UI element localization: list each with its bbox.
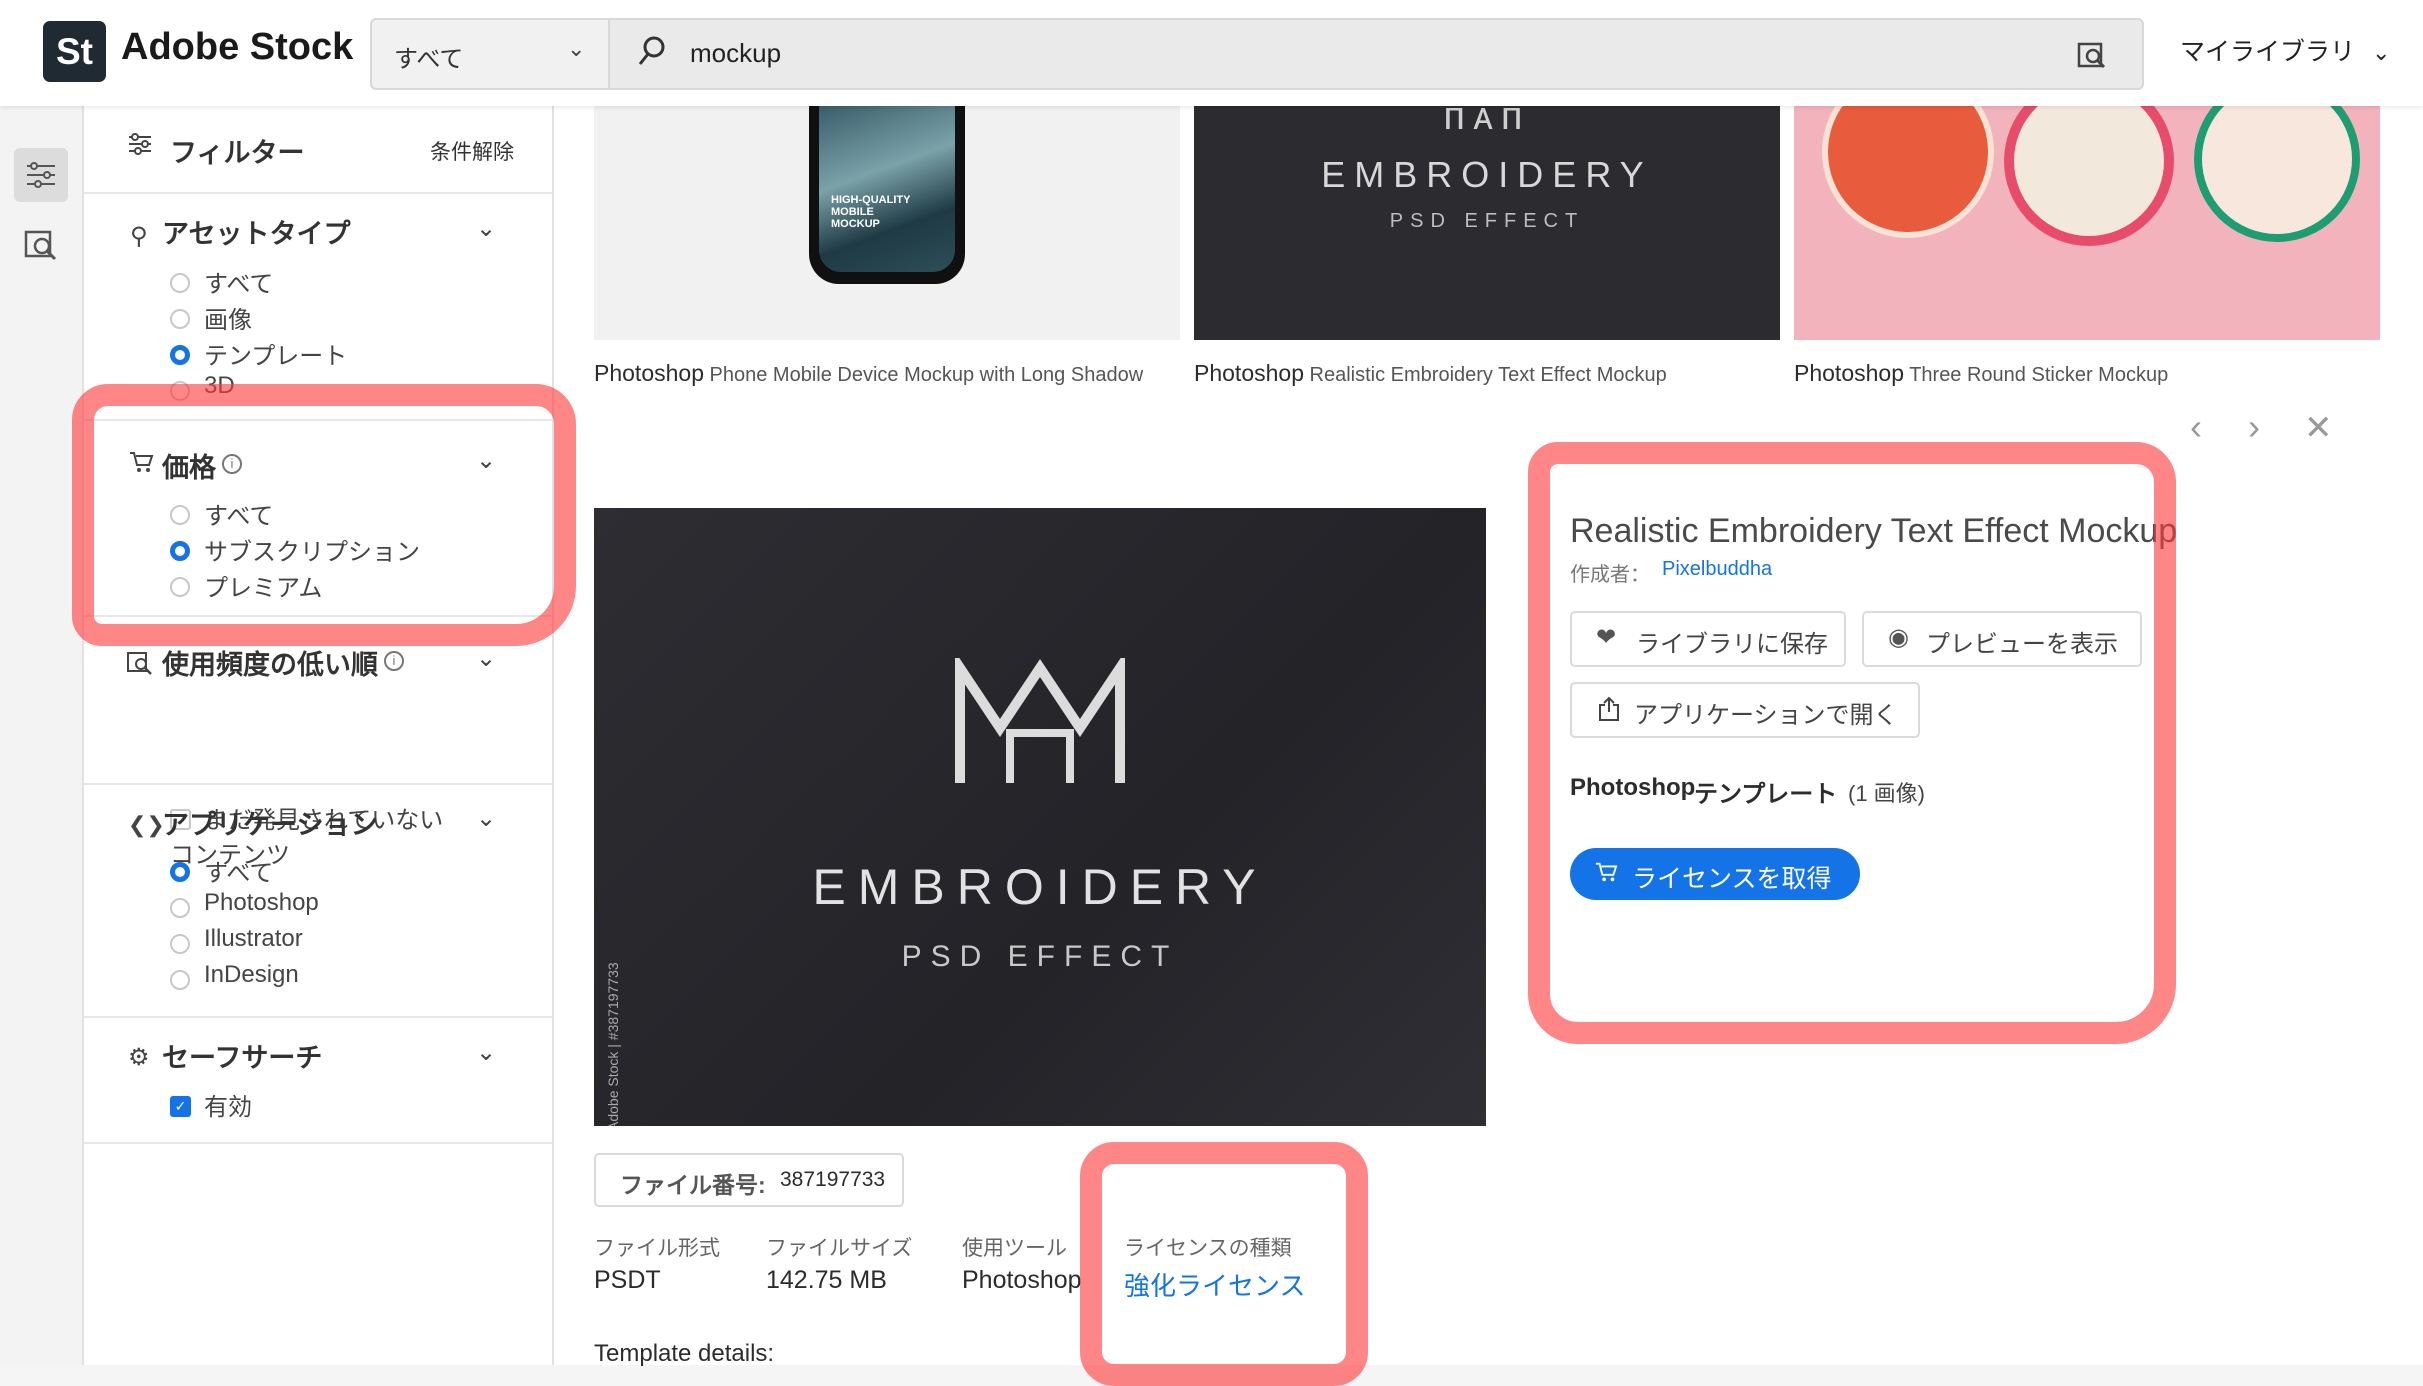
meta-value: Photoshop bbox=[962, 1266, 1082, 1294]
filter-sliders-icon bbox=[126, 130, 154, 163]
meta-label: 使用ツール bbox=[962, 1237, 1067, 1260]
sticker-2 bbox=[2004, 106, 2174, 246]
preview-line1: EMBROIDERY bbox=[812, 859, 1268, 915]
radio-asset-template[interactable] bbox=[170, 345, 190, 365]
filter-title: フィルター bbox=[170, 138, 305, 168]
previous-icon[interactable]: ‹ bbox=[2190, 406, 2202, 448]
result-app: Photoshop bbox=[1194, 360, 1304, 386]
clear-filters-link[interactable]: 条件解除 bbox=[430, 136, 514, 166]
left-rail bbox=[0, 106, 84, 1365]
radio-app-illustrator[interactable] bbox=[170, 934, 190, 954]
embroidery-monogram bbox=[955, 658, 1125, 783]
template-details-heading: Template details: bbox=[594, 1340, 775, 1367]
my-library-menu[interactable]: マイライブラリ ⌄ bbox=[2180, 32, 2390, 68]
app-option-label: Photoshop bbox=[204, 889, 319, 916]
file-number-box[interactable]: ファイル番号: 387197733 bbox=[594, 1153, 904, 1207]
meta-label: ファイルサイズ bbox=[766, 1237, 913, 1260]
divider bbox=[84, 192, 552, 194]
asset-option-label: 画像 bbox=[204, 307, 252, 334]
search-bar: すべて ⌄ mockup bbox=[370, 18, 2144, 90]
chevron-down-icon[interactable]: ⌄ bbox=[476, 644, 496, 673]
divider bbox=[84, 1016, 552, 1018]
safe-search-title[interactable]: セーフサーチ bbox=[162, 1036, 322, 1075]
search-scope-dropdown[interactable]: すべて ⌄ bbox=[372, 20, 610, 88]
result-title: Phone Mobile Device Mockup with Long Sha… bbox=[709, 364, 1144, 386]
search-icon: ⚲ bbox=[130, 223, 148, 250]
safe-search-option-label: 有効 bbox=[204, 1094, 252, 1121]
result-caption[interactable]: Photoshop Realistic Embroidery Text Effe… bbox=[1194, 360, 1667, 387]
embroidery-line2: PSD EFFECT bbox=[1389, 210, 1585, 232]
next-icon[interactable]: › bbox=[2248, 406, 2260, 448]
divider bbox=[84, 783, 552, 785]
chevron-down-icon[interactable]: ⌄ bbox=[476, 1038, 496, 1067]
info-icon[interactable]: i bbox=[384, 651, 404, 671]
filter-icon bbox=[27, 162, 55, 188]
safe-search-checkbox[interactable]: ✓ bbox=[170, 1096, 191, 1117]
embroidery-logo-fragment: ᴨᴀᴨ bbox=[1443, 106, 1531, 138]
asset-option-label: すべて bbox=[204, 271, 274, 298]
phone-mockup: HIGH-QUALITY MOBILE MOCKUP bbox=[809, 106, 965, 284]
radio-asset-all[interactable] bbox=[170, 273, 190, 293]
phone-screen-text: HIGH-QUALITY MOBILE MOCKUP bbox=[831, 194, 911, 230]
result-app: Photoshop bbox=[1794, 360, 1904, 386]
detail-panel-highlight bbox=[1528, 442, 2176, 1044]
divider bbox=[84, 1142, 552, 1144]
result-thumbnail-stickers[interactable] bbox=[1794, 106, 2380, 340]
result-title: Three Round Sticker Mockup bbox=[1909, 364, 2169, 386]
file-number-label: ファイル番号: bbox=[620, 1172, 766, 1198]
chevron-down-icon[interactable]: ⌄ bbox=[476, 214, 496, 243]
phone-screen: HIGH-QUALITY MOBILE MOCKUP bbox=[819, 106, 955, 272]
app-option-label: Illustrator bbox=[204, 925, 303, 952]
meta-label: ファイル形式 bbox=[594, 1237, 720, 1260]
embroidery-line1: EMBROIDERY bbox=[1321, 154, 1653, 195]
scope-label: すべて bbox=[394, 46, 464, 73]
asset-option-label: テンプレート bbox=[204, 343, 348, 370]
chevron-down-icon[interactable]: ⌄ bbox=[476, 804, 496, 833]
sticker-1 bbox=[1822, 106, 1994, 238]
meta-value: PSDT bbox=[594, 1266, 661, 1294]
undiscovered-title[interactable]: 使用頻度の低い順 bbox=[162, 643, 378, 682]
result-thumbnail-embroidery[interactable]: ᴨᴀᴨ EMBROIDERY PSD EFFECT bbox=[1194, 106, 1780, 340]
filter-toggle-button[interactable] bbox=[14, 148, 68, 202]
radio-app-indesign[interactable] bbox=[170, 970, 190, 990]
application-icon: ❮❯ bbox=[128, 812, 165, 837]
visual-search-icon[interactable] bbox=[2076, 38, 2108, 75]
file-number-value: 387197733 bbox=[780, 1168, 886, 1191]
radio-asset-image[interactable] bbox=[170, 309, 190, 329]
result-app: Photoshop bbox=[594, 360, 704, 386]
result-title: Realistic Embroidery Text Effect Mockup bbox=[1309, 364, 1667, 386]
brand-name[interactable]: Adobe Stock bbox=[121, 26, 353, 69]
sticker-3 bbox=[2194, 106, 2360, 242]
search-input[interactable]: mockup bbox=[690, 38, 781, 69]
chevron-down-icon: ⌄ bbox=[2371, 40, 2391, 65]
result-thumbnail-phone[interactable]: HIGH-QUALITY MOBILE MOCKUP bbox=[594, 106, 1180, 340]
asset-type-title[interactable]: アセットタイプ bbox=[162, 212, 350, 251]
my-library-label: マイライブラリ bbox=[2180, 38, 2356, 66]
result-caption[interactable]: Photoshop Three Round Sticker Mockup bbox=[1794, 360, 2168, 387]
adobe-stock-logo[interactable]: St bbox=[43, 21, 106, 82]
app-option-label: InDesign bbox=[204, 961, 299, 988]
detail-preview-image[interactable]: EMBROIDERY PSD EFFECT Adobe Stock | #387… bbox=[594, 508, 1486, 1126]
result-caption[interactable]: Photoshop Phone Mobile Device Mockup wit… bbox=[594, 360, 1143, 387]
app-option-label: すべて bbox=[204, 860, 274, 887]
preview-line2: PSD EFFECT bbox=[901, 940, 1179, 973]
close-icon[interactable]: ✕ bbox=[2304, 408, 2333, 448]
visual-search-rail-icon[interactable] bbox=[22, 226, 60, 269]
filter-panel: フィルター 条件解除 ⚲ アセットタイプ ⌄ すべて 画像 テンプレート 3D … bbox=[84, 106, 554, 1365]
radio-app-all[interactable] bbox=[170, 862, 190, 882]
application-title[interactable]: アプリケーション bbox=[162, 803, 377, 842]
gear-icon: ⚙ bbox=[128, 1044, 150, 1071]
watermark: Adobe Stock | #387197733 bbox=[605, 962, 621, 1126]
top-header: St Adobe Stock すべて ⌄ mockup マイライブラリ ⌄ bbox=[0, 0, 2423, 106]
search-icon bbox=[637, 34, 667, 73]
visual-search-icon bbox=[126, 649, 154, 680]
license-type-highlight bbox=[1080, 1142, 1368, 1386]
radio-app-photoshop[interactable] bbox=[170, 898, 190, 918]
chevron-down-icon: ⌄ bbox=[567, 36, 586, 61]
price-filter-highlight bbox=[72, 384, 576, 646]
meta-value: 142.75 MB bbox=[766, 1266, 887, 1294]
